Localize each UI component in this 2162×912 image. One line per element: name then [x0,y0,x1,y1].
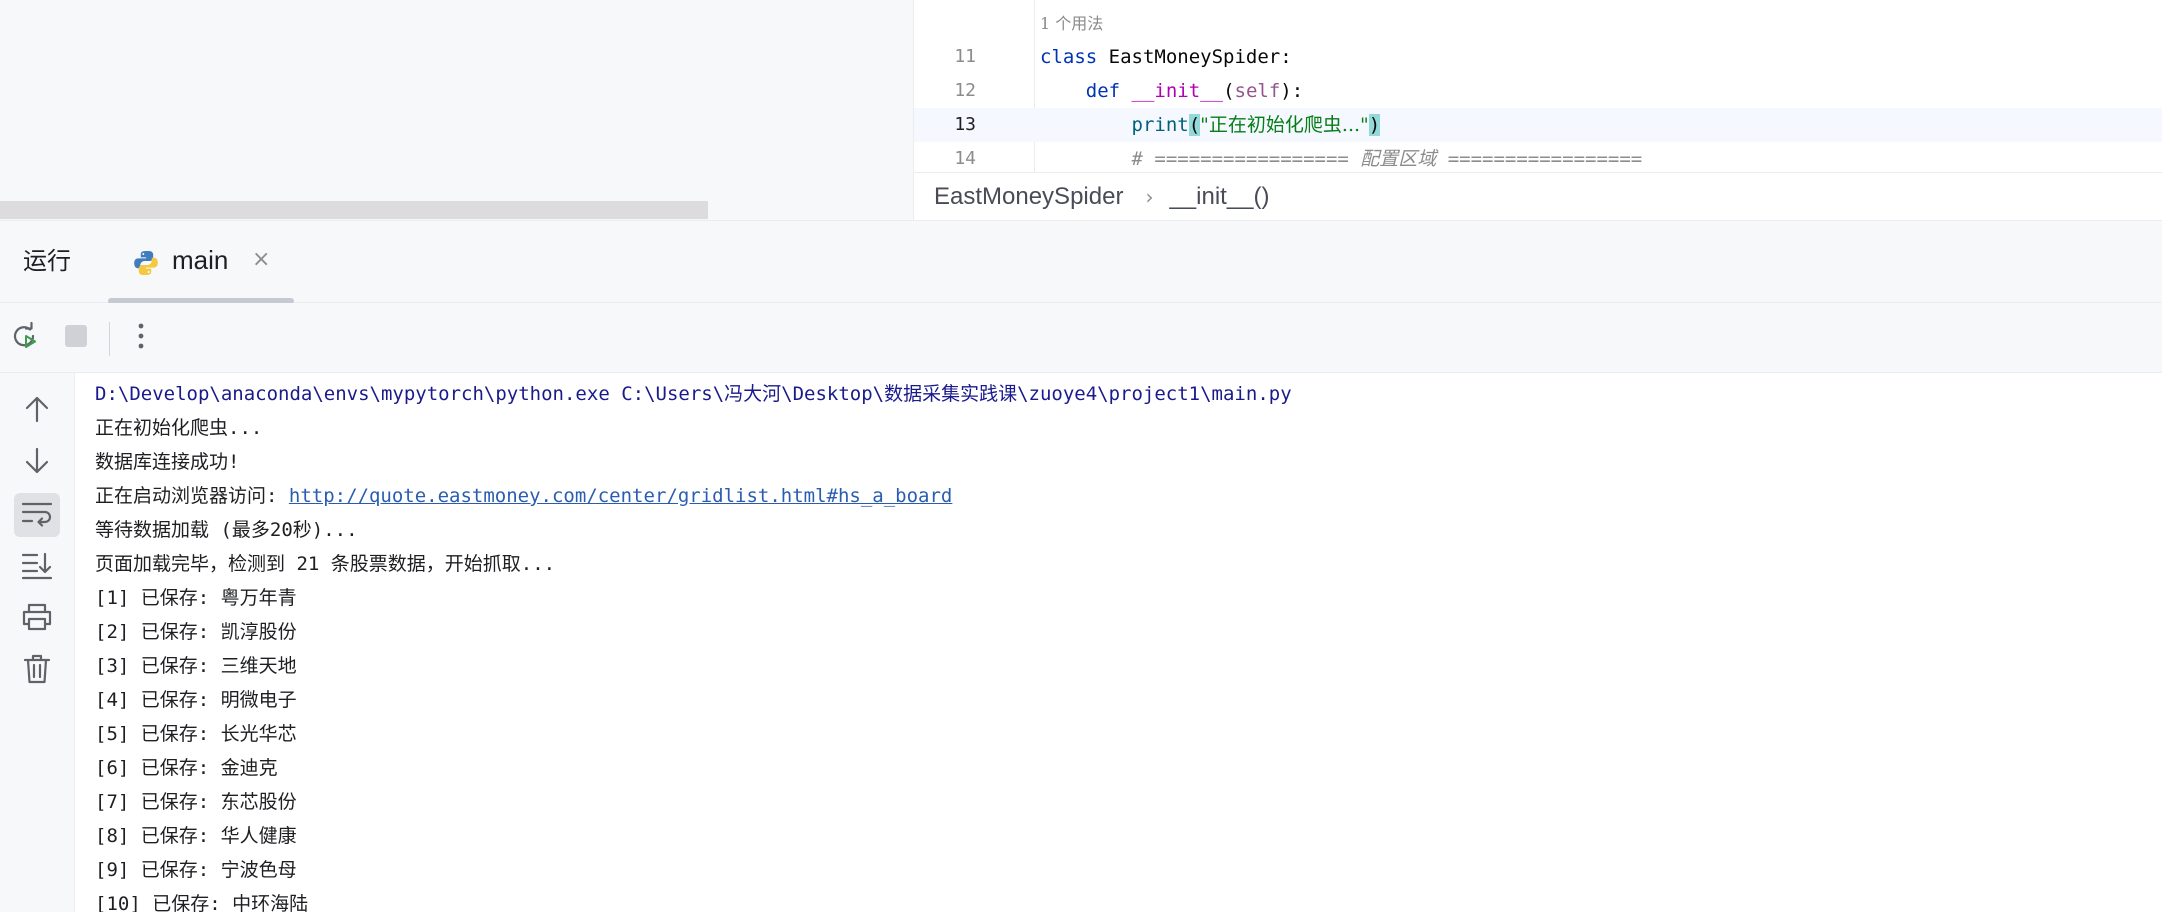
clear-console-button[interactable] [14,649,60,693]
line-number: 13 [954,114,976,135]
scroll-to-end-icon [21,550,53,584]
stop-icon [63,323,89,353]
paren: ): [1280,80,1304,102]
tab-label: main [172,245,229,275]
print-button[interactable] [14,597,60,641]
keyword: def [1085,80,1121,102]
breadcrumb-method[interactable]: __init__() [1169,183,1269,211]
console-line: [1] 已保存: 粤万年青 [95,587,297,609]
console-line: [10] 已保存: 中环海陆 [95,893,309,912]
paren-highlight: ( [1188,114,1201,136]
function-call: print [1131,114,1189,136]
arrow-down-icon [23,446,51,480]
breadcrumb: EastMoneySpider › __init__() [914,172,2162,220]
string-literal: "正在初始化爬虫..." [1200,114,1369,136]
scroll-to-end-button[interactable] [14,545,60,589]
code-text[interactable]: def __init__(self): [1040,74,1303,108]
code-text[interactable]: # ================= 配置区域 ===============… [1040,142,1643,176]
console-line: [5] 已保存: 长光华芯 [95,723,297,745]
console-line: 等待数据加载 (最多20秒)... [95,519,358,541]
line-number: 11 [954,46,976,67]
console-line: [3] 已保存: 三维天地 [95,655,297,677]
scroll-up-button[interactable] [14,389,60,433]
line-number: 14 [954,148,976,169]
tab-main[interactable]: main × [108,221,294,304]
console-line: [6] 已保存: 金迪克 [95,757,278,779]
rerun-button[interactable] [6,320,42,356]
paren: ( [1223,80,1235,102]
close-icon[interactable]: × [252,247,270,272]
keyword: class [1040,46,1098,68]
code-line[interactable]: 12 def __init__(self): [914,74,2162,108]
console-output[interactable]: D:\Develop\anaconda\envs\mypytorch\pytho… [76,373,2162,912]
more-options-button[interactable] [123,320,159,356]
method-name: __init__ [1131,80,1224,102]
console-command-line: D:\Develop\anaconda\envs\mypytorch\pytho… [95,383,1292,405]
print-icon [21,602,53,636]
comment: # ================= 配置区域 ===============… [1131,148,1643,170]
soft-wrap-button[interactable] [14,493,60,537]
paren-highlight: ) [1368,114,1381,136]
code-line[interactable]: 14 # ================= 配置区域 ============… [914,142,2162,176]
stop-button[interactable] [58,320,94,356]
line-number: 12 [954,80,976,101]
soft-wrap-icon [21,499,53,531]
code-text[interactable]: print("正在初始化爬虫...") [1040,108,1381,142]
run-panel-header: 运行 main × [0,220,2162,304]
console-actions-strip [0,373,75,912]
breadcrumb-separator: › [1145,184,1154,209]
code-editor[interactable]: 1 个用法 11 class EastMoneySpider: 12 def _… [914,0,2162,220]
console-line: [4] 已保存: 明微电子 [95,689,297,711]
console-line: 数据库连接成功! [95,451,240,473]
console-line: [9] 已保存: 宁波色母 [95,859,297,881]
usage-hint[interactable]: 1 个用法 [1040,10,1103,34]
scroll-down-button[interactable] [14,441,60,485]
console-line: 正在启动浏览器访问: http://quote.eastmoney.com/ce… [95,479,952,513]
left-empty-area [0,0,913,220]
python-icon [132,249,160,277]
console-line: [2] 已保存: 凯淳股份 [95,621,297,643]
class-name: EastMoneySpider: [1097,46,1292,68]
code-line[interactable]: 11 class EastMoneySpider: [914,40,2162,74]
trash-icon [23,654,51,688]
arrow-up-icon [23,394,51,428]
console-url-link[interactable]: http://quote.eastmoney.com/center/gridli… [289,485,952,507]
horizontal-scrollbar[interactable] [0,201,708,219]
rerun-icon [9,321,39,355]
code-text[interactable]: class EastMoneySpider: [1040,40,1292,74]
toolbar-separator [109,322,110,356]
more-vertical-icon [136,321,146,355]
code-line-current[interactable]: 13 print("正在初始化爬虫...") [914,108,2162,142]
console-text: 正在启动浏览器访问: [95,485,289,507]
console-line: 正在初始化爬虫... [95,417,263,439]
run-toolbar [0,303,2162,373]
breadcrumb-class[interactable]: EastMoneySpider [934,183,1123,211]
run-panel-title[interactable]: 运行 [23,241,71,276]
console-line: [7] 已保存: 东芯股份 [95,791,297,813]
console-line: 页面加载完毕，检测到 21 条股票数据，开始抓取... [95,553,556,575]
self-param: self [1234,80,1281,102]
console-line: [8] 已保存: 华人健康 [95,825,297,847]
